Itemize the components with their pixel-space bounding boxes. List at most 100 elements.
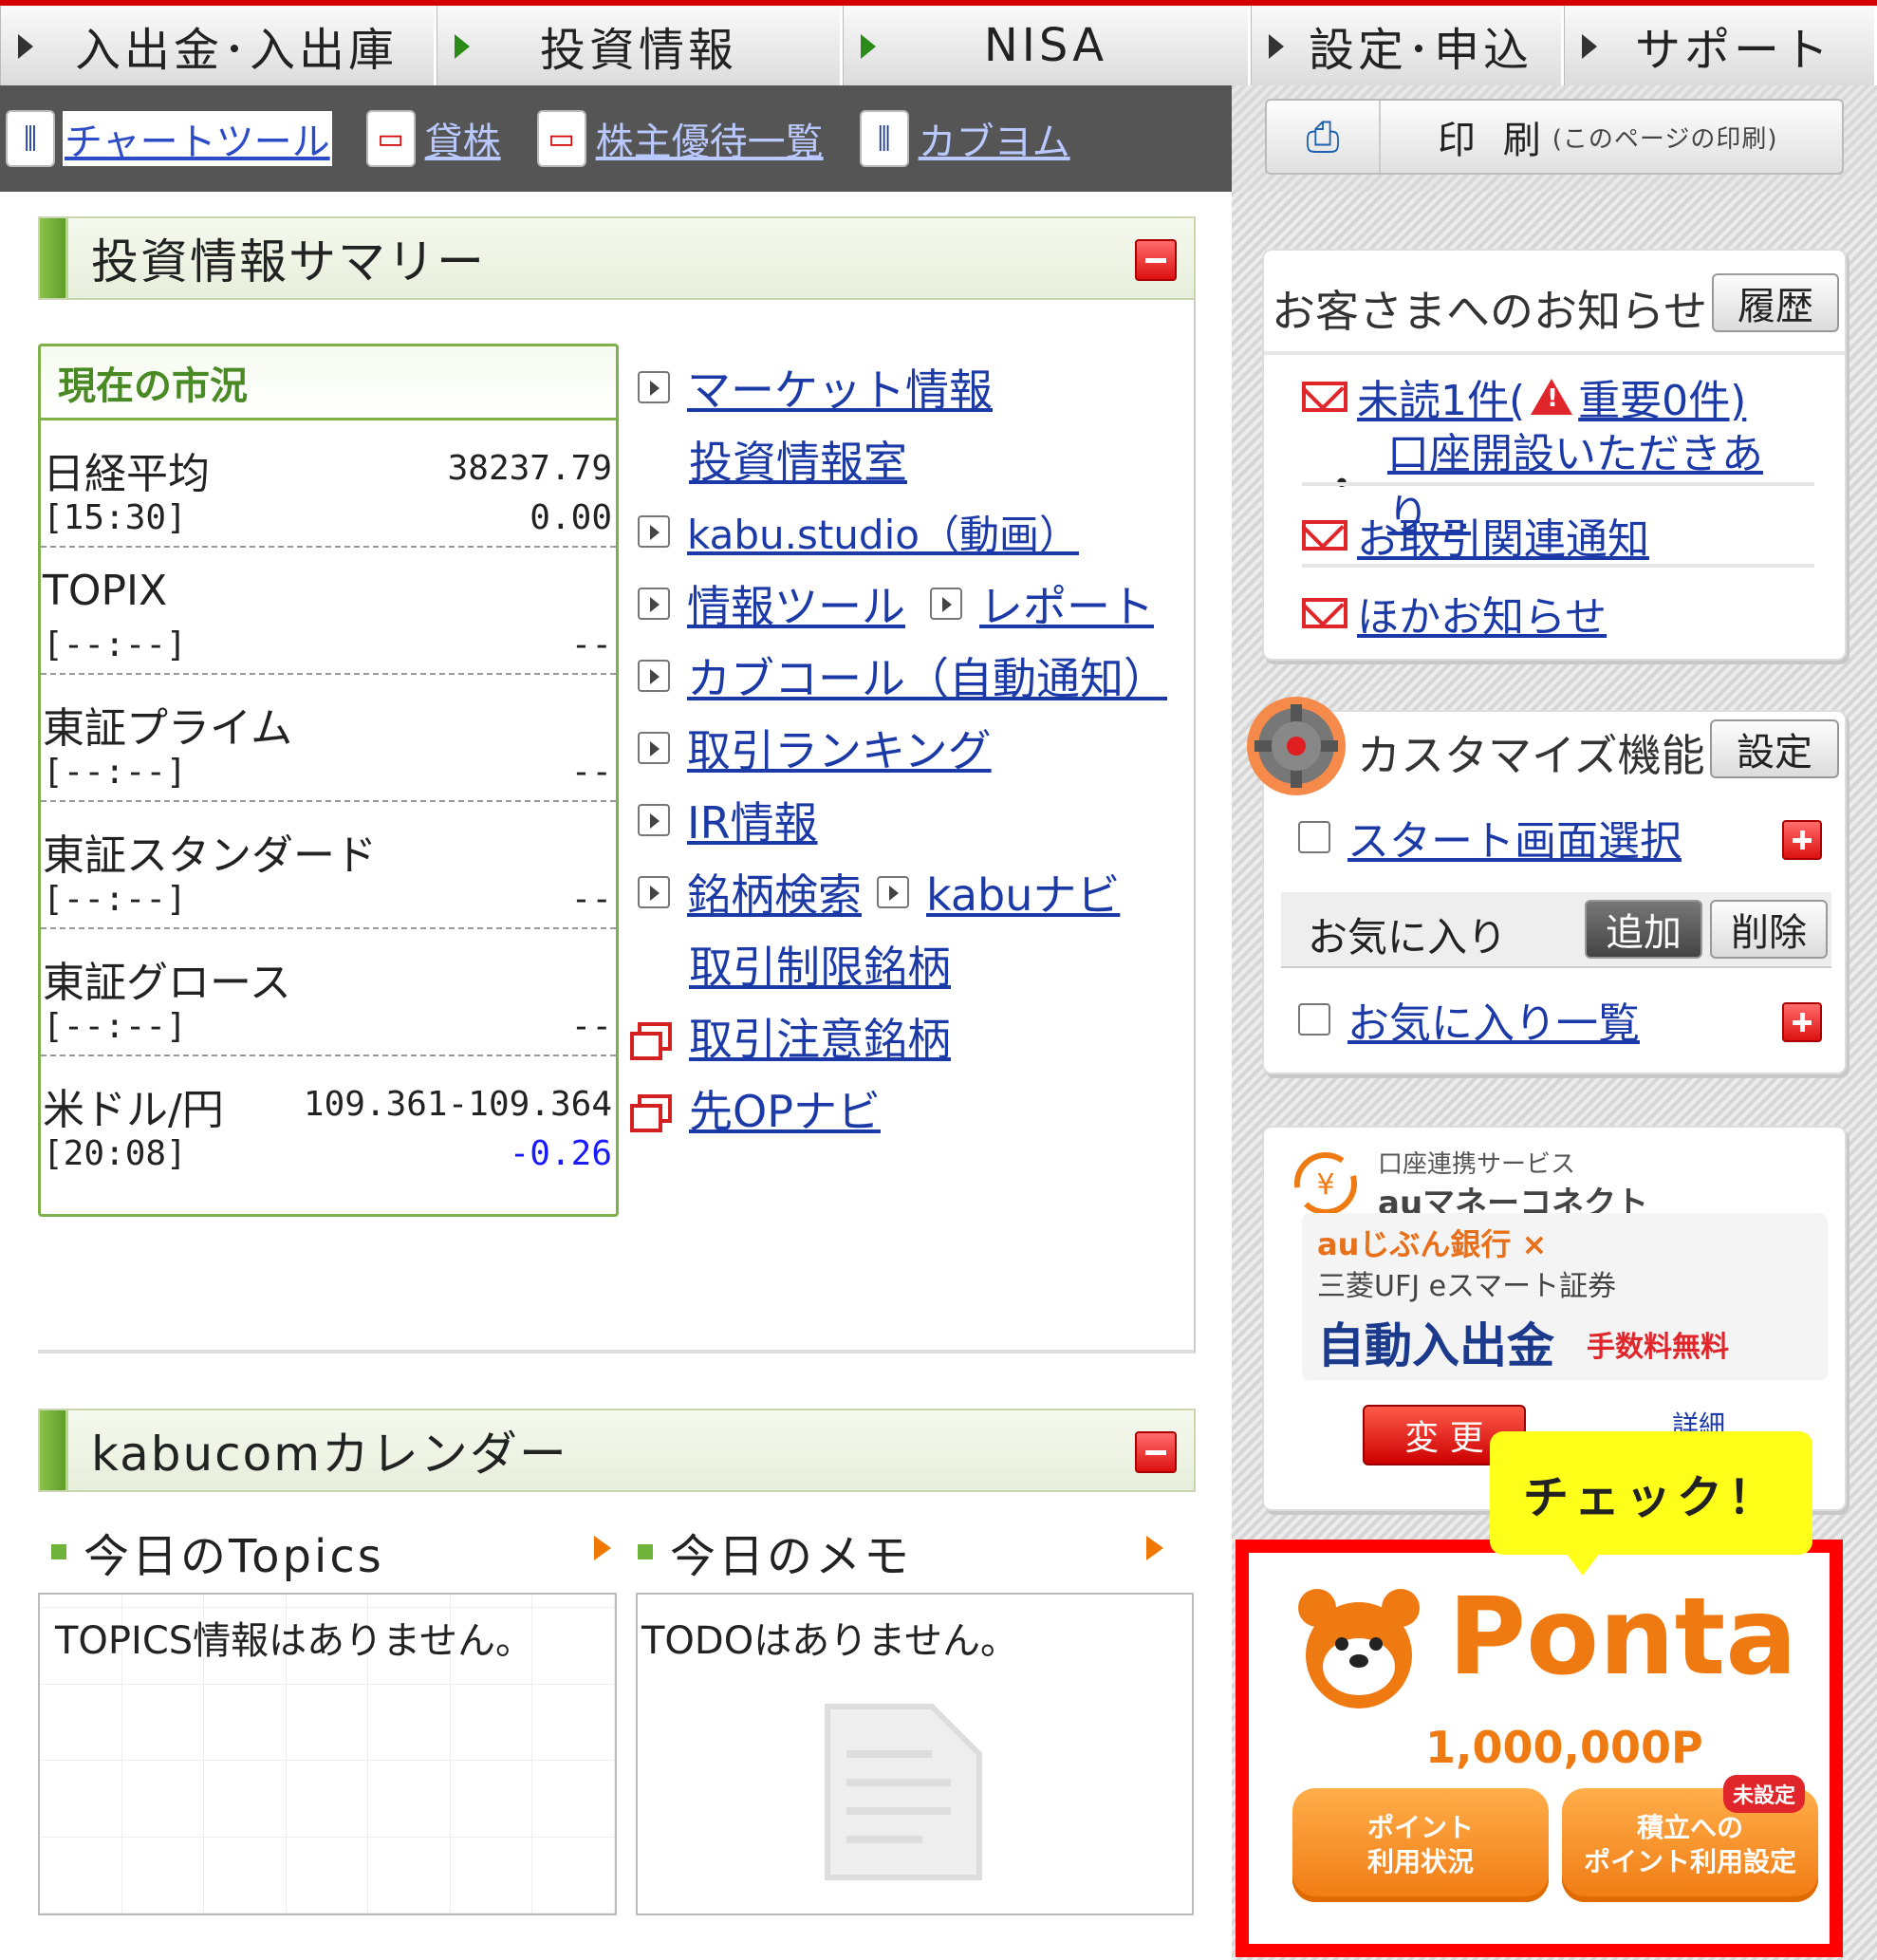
- nav-tab-label: 設定･申込: [1308, 24, 1533, 77]
- monitor-icon: ▭: [365, 110, 416, 167]
- arrow-icon: [638, 371, 670, 403]
- nav-tab-nisa[interactable]: NISA: [843, 6, 1251, 85]
- market-name: 東証スタンダード: [43, 831, 377, 880]
- nav-tab-settings[interactable]: 設定･申込: [1251, 6, 1564, 85]
- ir-link[interactable]: IR情報: [687, 789, 818, 851]
- arrow-icon: [638, 732, 670, 764]
- history-button[interactable]: 履歴: [1712, 273, 1839, 332]
- caution-stocks-link[interactable]: 取引注意銘柄: [689, 1005, 951, 1068]
- unread-link[interactable]: 未読1件(: [1357, 366, 1525, 427]
- market-time: [--:--]: [43, 1007, 187, 1046]
- ponta-usage-button[interactable]: ポイント 利用状況: [1292, 1788, 1549, 1902]
- market-row: 東証グロース [--:--] --: [41, 929, 616, 1056]
- triangle-icon: [18, 34, 33, 59]
- ranking-link[interactable]: 取引ランキング: [687, 717, 992, 779]
- print-button[interactable]: ⎙ 印 刷 (このページの印刷): [1265, 99, 1844, 175]
- stock-lending-link[interactable]: ▭ 貸株: [365, 110, 503, 167]
- other-notice-row: ほかお知らせ: [1302, 583, 1607, 644]
- market-box: 現在の市況 日経平均 38237.79 [15:30] 0.00 TOPIX […: [38, 344, 619, 1217]
- tool-label: 貸株: [424, 121, 501, 164]
- favorites-add-button[interactable]: 追加: [1585, 900, 1702, 959]
- chart-icon: ⫼: [6, 110, 55, 167]
- market-info-link[interactable]: マーケット情報: [687, 356, 993, 419]
- triangle-icon: [1582, 34, 1597, 59]
- restricted-stocks-link[interactable]: 取引制限銘柄: [689, 933, 951, 996]
- invest-room-link[interactable]: 投資情報室: [689, 428, 907, 491]
- summary-title: 投資情報サマリー: [91, 234, 486, 289]
- au-fee-free: 手数料無料: [1587, 1331, 1729, 1364]
- kabucall-link[interactable]: カブコール（自動通知）: [687, 644, 1167, 707]
- kabuyomu-link[interactable]: ⫼ カブヨム: [859, 110, 1072, 167]
- expand-plus-icon[interactable]: [1782, 820, 1822, 860]
- favorites-list-row: お気に入り一覧: [1298, 989, 1640, 1050]
- customize-setting-button[interactable]: 設定: [1710, 719, 1839, 778]
- tool-label: チャートツール: [63, 111, 332, 166]
- report-link[interactable]: レポート: [979, 572, 1154, 635]
- nav-tab-deposit[interactable]: 入出金･入出庫: [0, 6, 437, 85]
- print-area: ⎙ 印 刷 (このページの印刷): [1232, 85, 1877, 192]
- topics-title: 今日のTopics: [84, 1530, 384, 1583]
- memo-heading: 今日のメモ: [638, 1519, 912, 1585]
- popup-window-icon: [630, 1022, 672, 1060]
- au-service-label: 口座連携サービス: [1378, 1150, 1576, 1179]
- arrow-icon: [1298, 821, 1330, 853]
- gear-icon: [1247, 697, 1346, 795]
- check-label: チェック！: [1522, 1471, 1779, 1524]
- nav-tab-label: 投資情報: [539, 24, 737, 77]
- link-row: 銘柄検索 kabuナビ: [638, 856, 1169, 928]
- market-row: TOPIX [--:--] --: [41, 548, 616, 675]
- shareholder-benefit-link[interactable]: ▭ 株主優待一覧: [536, 110, 826, 167]
- divider: [1302, 482, 1814, 486]
- other-notice-link[interactable]: ほかお知らせ: [1357, 583, 1607, 644]
- favorites-list-link[interactable]: お気に入り一覧: [1347, 989, 1640, 1050]
- nav-tab-investment[interactable]: 投資情報: [437, 6, 843, 85]
- market-change: -0.26: [509, 1134, 612, 1173]
- trade-notice-link[interactable]: お取引関連通知: [1357, 505, 1649, 566]
- important-link[interactable]: 重要0件): [1578, 366, 1746, 427]
- collapse-button[interactable]: [1135, 239, 1177, 281]
- link-row: マーケット情報: [638, 351, 1169, 423]
- au-auto-transfer: 自動入出金: [1317, 1318, 1554, 1373]
- svg-text:¥: ¥: [1316, 1168, 1334, 1202]
- kabunavi-link[interactable]: kabuナビ: [926, 861, 1120, 924]
- calendar-header: kabucomカレンダー: [38, 1409, 1196, 1492]
- monitor-icon: ▭: [536, 110, 586, 167]
- stock-search-link[interactable]: 銘柄検索: [687, 861, 862, 924]
- info-tools-link[interactable]: 情報ツール: [687, 572, 905, 635]
- market-change: 0.00: [530, 498, 612, 537]
- expand-plus-icon[interactable]: [1782, 1002, 1822, 1042]
- arrow-icon: [638, 804, 670, 836]
- trade-notice-row: お取引関連通知: [1302, 505, 1649, 566]
- link-row: 取引注意銘柄: [630, 1000, 1169, 1073]
- link-row: 先OPナビ: [630, 1073, 1169, 1145]
- chart-tool-link[interactable]: ⫼ チャートツール: [6, 110, 332, 167]
- calendar-title: kabucomカレンダー: [91, 1427, 568, 1482]
- market-row: 日経平均 38237.79 [15:30] 0.00: [41, 420, 616, 548]
- customize-title: カスタマイズ機能: [1357, 730, 1705, 781]
- favorites-bar: お気に入り 追加 削除: [1281, 892, 1831, 968]
- notices-box: お客さまへのお知らせ 履歴 未読1件( 重要0件) ・ 口座開設いただきあり… …: [1262, 249, 1847, 661]
- market-time: [20:08]: [43, 1134, 187, 1173]
- memo-more-arrow-icon[interactable]: [1146, 1536, 1163, 1560]
- market-name: 東証グロース: [43, 959, 291, 1007]
- bullet-icon: [51, 1544, 66, 1559]
- arrow-icon: [638, 515, 670, 548]
- topics-box: TOPICS情報はありません。: [38, 1593, 617, 1915]
- favorites-delete-button[interactable]: 削除: [1710, 900, 1828, 959]
- notices-title: お客さまへのお知らせ: [1272, 286, 1708, 337]
- triangle-icon: [455, 34, 470, 59]
- collapse-button[interactable]: [1135, 1431, 1177, 1473]
- unset-badge: 未設定: [1723, 1775, 1806, 1813]
- kabu-studio-link[interactable]: kabu.studio（動画）: [687, 503, 1079, 561]
- op-navi-link[interactable]: 先OPナビ: [689, 1077, 881, 1140]
- market-value: 109.361-109.364: [303, 1085, 612, 1124]
- link-row: カブコール（自動通知）: [638, 640, 1169, 712]
- start-screen-link[interactable]: スタート画面選択: [1347, 807, 1682, 868]
- market-row: 東証プライム [--:--] --: [41, 675, 616, 802]
- start-screen-row: スタート画面選択: [1298, 807, 1682, 868]
- check-callout: チェック！: [1490, 1431, 1812, 1576]
- nav-tab-support[interactable]: サポート: [1564, 6, 1877, 85]
- link-row: IR情報: [638, 784, 1169, 856]
- topics-more-arrow-icon[interactable]: [594, 1536, 611, 1560]
- printer-icon: ⎙: [1267, 101, 1381, 173]
